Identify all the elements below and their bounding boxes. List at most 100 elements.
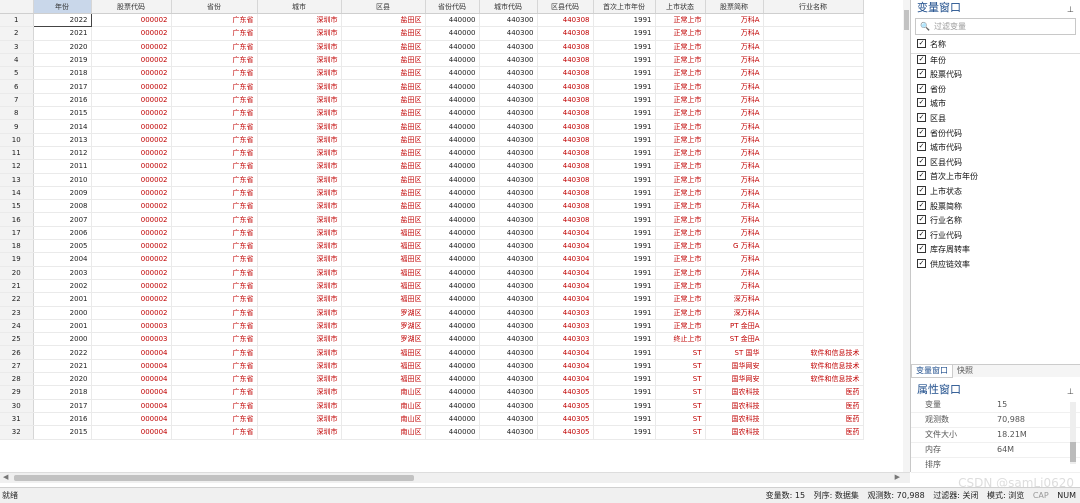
row-number[interactable]: 13 [0, 173, 34, 187]
table-cell[interactable]: 2000 [33, 332, 92, 347]
table-cell[interactable] [763, 199, 864, 214]
table-cell[interactable]: 000002 [91, 53, 172, 68]
column-header[interactable]: 股票代码 [91, 0, 172, 14]
table-cell[interactable]: 1991 [593, 345, 656, 360]
table-cell[interactable]: 000002 [91, 119, 172, 134]
table-cell[interactable]: 正常上市 [655, 199, 706, 214]
table-cell[interactable]: 万科A [705, 93, 764, 108]
table-cell[interactable]: 深圳市 [257, 186, 342, 201]
table-cell[interactable]: 正常上市 [655, 239, 706, 254]
table-cell[interactable]: 万科A [705, 40, 764, 54]
variable-checkbox[interactable]: ✓ [917, 127, 926, 137]
table-cell[interactable]: G 万科A [705, 239, 764, 254]
table-cell[interactable]: 正常上市 [655, 159, 706, 174]
table-cell[interactable] [763, 239, 864, 254]
row-number[interactable]: 32 [0, 425, 34, 440]
table-cell[interactable]: 广东省 [171, 133, 258, 147]
variable-checkbox[interactable]: ✓ [917, 112, 926, 122]
table-row[interactable]: 21 2002 000002 广东省 深圳市 福田区 440000 440300 440304 1… [0, 279, 864, 294]
table-cell[interactable]: PT 金田A [705, 319, 764, 334]
table-cell[interactable]: 2021 [33, 359, 92, 374]
column-header[interactable]: 区县 [341, 0, 426, 14]
table-cell[interactable]: 000004 [91, 399, 172, 413]
table-cell[interactable]: 深圳市 [257, 292, 342, 307]
table-cell[interactable]: 1991 [593, 93, 656, 108]
variable-list-header[interactable]: ✓ 名称 [911, 38, 1080, 54]
table-cell[interactable]: 1991 [593, 40, 656, 54]
variable-checkbox[interactable]: ✓ [917, 98, 926, 108]
table-cell[interactable]: 1991 [593, 372, 656, 387]
table-cell[interactable]: 正常上市 [655, 13, 706, 28]
table-cell[interactable]: 440000 [425, 40, 480, 54]
row-number[interactable]: 29 [0, 385, 34, 400]
table-cell[interactable]: 深圳市 [257, 306, 342, 320]
row-number[interactable]: 24 [0, 319, 34, 334]
table-cell[interactable]: 万科A [705, 212, 764, 227]
table-cell[interactable]: 440308 [537, 79, 594, 94]
table-cell[interactable]: 福田区 [341, 226, 426, 241]
table-cell[interactable]: 000004 [91, 359, 172, 374]
variable-item[interactable]: ✓ 城市代码 [911, 141, 1080, 156]
table-cell[interactable]: 440300 [479, 226, 538, 241]
table-cell[interactable]: 正常上市 [655, 252, 706, 267]
table-cell[interactable]: 正常上市 [655, 173, 706, 187]
table-cell[interactable]: 000003 [91, 319, 172, 334]
table-cell[interactable]: 广东省 [171, 146, 258, 161]
table-cell[interactable]: 盐田区 [341, 212, 426, 227]
table-cell[interactable]: 440000 [425, 372, 480, 387]
table-cell[interactable]: 国农科技 [705, 412, 764, 427]
table-cell[interactable]: 医药 [763, 425, 864, 440]
table-cell[interactable]: 福田区 [341, 266, 426, 280]
table-cell[interactable]: 医药 [763, 385, 864, 400]
table-cell[interactable] [763, 13, 864, 28]
table-cell[interactable] [763, 212, 864, 227]
table-cell[interactable]: 正常上市 [655, 26, 706, 41]
table-cell[interactable] [763, 146, 864, 161]
table-row[interactable]: 22 2001 000002 广东省 深圳市 福田区 440000 440300 440304 1… [0, 292, 864, 307]
table-cell[interactable]: 深圳市 [257, 93, 342, 108]
table-cell[interactable]: 深圳市 [257, 399, 342, 413]
table-cell[interactable]: 440300 [479, 79, 538, 94]
table-row[interactable]: 23 2000 000002 广东省 深圳市 罗湖区 440000 440300 440303 1… [0, 306, 864, 320]
row-number[interactable]: 19 [0, 252, 34, 267]
table-cell[interactable]: 440308 [537, 212, 594, 227]
table-cell[interactable]: 深万科A [705, 306, 764, 320]
variable-item[interactable]: ✓ 省份代码 [911, 127, 1080, 142]
table-cell[interactable]: 深圳市 [257, 199, 342, 214]
table-cell[interactable] [763, 66, 864, 81]
table-cell[interactable]: 000004 [91, 345, 172, 360]
table-cell[interactable]: 440300 [479, 159, 538, 174]
tab-snapshot[interactable]: 快照 [953, 365, 977, 377]
table-cell[interactable]: 440000 [425, 53, 480, 68]
table-cell[interactable]: 盐田区 [341, 199, 426, 214]
table-cell[interactable]: 000002 [91, 13, 172, 28]
table-cell[interactable]: 1991 [593, 252, 656, 267]
table-cell[interactable]: 440300 [479, 13, 538, 28]
table-cell[interactable]: 1991 [593, 106, 656, 121]
table-cell[interactable]: 440308 [537, 13, 594, 28]
table-cell[interactable]: 000002 [91, 226, 172, 241]
table-cell[interactable]: 1991 [593, 332, 656, 347]
table-cell[interactable]: 国农科技 [705, 399, 764, 413]
table-cell[interactable] [763, 53, 864, 68]
row-number[interactable]: 30 [0, 399, 34, 413]
table-cell[interactable]: 深圳市 [257, 372, 342, 387]
table-cell[interactable]: 福田区 [341, 359, 426, 374]
table-cell[interactable]: 万科A [705, 173, 764, 187]
row-number[interactable]: 14 [0, 186, 34, 201]
column-header[interactable]: 年份 [33, 0, 92, 14]
table-cell[interactable]: 440308 [537, 199, 594, 214]
table-cell[interactable]: 万科A [705, 226, 764, 241]
table-cell[interactable]: 万科A [705, 146, 764, 161]
table-cell[interactable]: 万科A [705, 186, 764, 201]
table-cell[interactable]: 000002 [91, 199, 172, 214]
variable-filter-input[interactable]: 🔍 过滤变量 [915, 18, 1076, 35]
table-cell[interactable]: 医药 [763, 399, 864, 413]
column-header[interactable]: 上市状态 [655, 0, 706, 14]
table-cell[interactable]: 国华网安 [705, 359, 764, 374]
table-cell[interactable]: 000002 [91, 292, 172, 307]
table-cell[interactable]: 440300 [479, 173, 538, 187]
table-cell[interactable]: 盐田区 [341, 66, 426, 81]
table-row[interactable]: 20 2003 000002 广东省 深圳市 福田区 440000 440300 440304 1… [0, 266, 864, 280]
table-cell[interactable]: 广东省 [171, 372, 258, 387]
